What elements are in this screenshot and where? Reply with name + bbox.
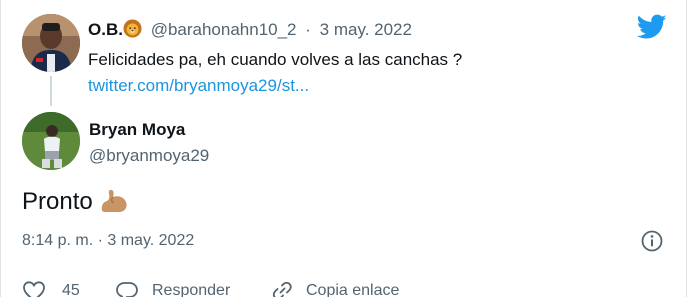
parent-tweet-handle[interactable]: @barahonahn10_2 (151, 20, 297, 39)
link-icon (272, 281, 292, 297)
avatar-photo (22, 14, 80, 72)
main-tweet-text-line: Pronto (22, 186, 129, 218)
info-icon[interactable] (640, 229, 664, 253)
like-count: 45 (62, 282, 80, 297)
tweet-timestamp[interactable]: 8:14 p. m. · 3 may. 2022 (22, 230, 194, 252)
main-tweet-text: Pronto (22, 188, 93, 215)
reply-label: Responder (152, 282, 231, 297)
parent-tweet-header: O.B. @barahonahn10_2 · 3 may. 2022 (88, 18, 412, 42)
main-author-avatar[interactable] (22, 112, 80, 170)
avatar-photo (22, 112, 80, 170)
heart-icon (23, 281, 45, 297)
parent-tweet-date[interactable]: 3 may. 2022 (320, 20, 412, 39)
thread-connector-line (50, 76, 52, 106)
parent-author-name[interactable]: O.B. (88, 20, 123, 39)
meta-separator: · (305, 20, 311, 39)
embedded-tweet-card: O.B. @barahonahn10_2 · 3 may. 2022 Felic… (0, 0, 687, 297)
speech-bubble-icon (116, 282, 138, 297)
main-author-name[interactable]: Bryan Moya (89, 118, 185, 142)
lion-face-icon (123, 19, 142, 38)
parent-tweet-text: Felicidades pa, eh cuando volves a las c… (88, 50, 463, 69)
like-button[interactable]: 45 (22, 278, 92, 297)
main-author-handle[interactable]: @bryanmoya29 (89, 144, 209, 168)
parent-tweet-link[interactable]: twitter.com/bryanmoya29/st... (88, 74, 309, 98)
copy-link-button[interactable]: Copia enlace (270, 278, 440, 297)
copy-link-label: Copia enlace (306, 282, 400, 297)
twitter-bird-icon[interactable] (637, 14, 667, 40)
flexed-biceps-icon (101, 189, 127, 212)
reply-button[interactable]: Responder (115, 278, 265, 297)
parent-author-avatar[interactable] (22, 14, 80, 72)
